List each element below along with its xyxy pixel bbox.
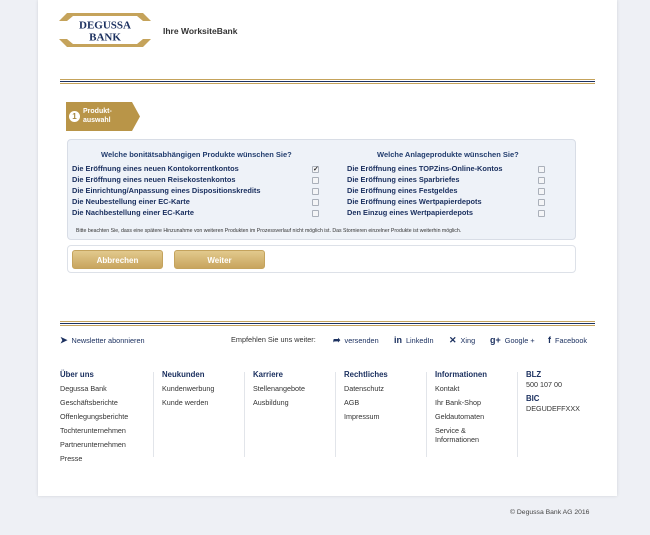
footer-link[interactable]: Degussa Bank: [60, 385, 128, 393]
product-checkbox[interactable]: [538, 177, 545, 184]
page-container: DEGUSSA BANK Ihre WorksiteBank 1 Produkt…: [38, 0, 617, 496]
product-label: Die Neubestellung einer EC-Karte: [72, 197, 190, 206]
xing-icon: ✕: [449, 335, 457, 345]
footer-column-careers: Karriere Stellenangebote Ausbildung: [253, 370, 305, 413]
footer-link[interactable]: AGB: [344, 399, 388, 407]
product-checkbox[interactable]: [538, 188, 545, 195]
footer-link[interactable]: Impressum: [344, 413, 388, 421]
product-row[interactable]: Die Einrichtung/Anpassung eines Disposit…: [72, 186, 319, 197]
investment-products-heading: Welche Anlageprodukte wünschen Sie?: [377, 150, 519, 159]
footer-column-divider: [244, 372, 245, 457]
product-row[interactable]: Die Eröffnung eines neuen Reisekostenkon…: [72, 175, 319, 186]
product-checkbox[interactable]: [312, 177, 319, 184]
footer-column-legal: Rechtliches Datenschutz AGB Impressum: [344, 370, 388, 427]
send-link[interactable]: ➦ versenden: [333, 335, 379, 346]
product-row[interactable]: Die Eröffnung eines neuen Kontokorrentko…: [72, 164, 319, 175]
product-label: Die Eröffnung eines TOPZins-Online-Konto…: [347, 164, 503, 173]
product-label: Die Eröffnung eines Sparbriefes: [347, 175, 460, 184]
footer-link[interactable]: Tochterunternehmen: [60, 427, 128, 435]
logo-text-top: DEGUSSA: [79, 20, 131, 32]
blz-label: BLZ: [526, 370, 542, 379]
share-arrow-icon: ➦: [333, 335, 341, 345]
footer-link[interactable]: Informationen: [435, 436, 487, 444]
product-row[interactable]: Den Einzug eines Wertpapierdepots: [347, 208, 550, 219]
linkedin-icon: in: [394, 335, 402, 345]
footer-link[interactable]: Geldautomaten: [435, 413, 487, 421]
header-divider: [60, 79, 595, 84]
cancel-button[interactable]: Abbrechen: [72, 250, 163, 269]
googleplus-link[interactable]: g+ Google +: [490, 335, 535, 345]
footer-link[interactable]: Ausbildung: [253, 399, 305, 407]
footer-column-heading: Rechtliches: [344, 370, 388, 379]
action-bar: Abbrechen Weiter: [67, 245, 576, 273]
selection-note: Bitte beachten Sie, dass eine spätere Hi…: [76, 228, 462, 234]
footer-column-heading: Karriere: [253, 370, 283, 379]
product-row[interactable]: Die Eröffnung eines Sparbriefes: [347, 175, 550, 186]
newsletter-link[interactable]: ➤ Newsletter abonnieren: [60, 335, 145, 346]
copyright-text: © Degussa Bank AG 2016: [510, 509, 590, 516]
xing-link[interactable]: ✕ Xing: [449, 335, 475, 346]
product-checkbox[interactable]: [312, 210, 319, 217]
product-checkbox[interactable]: [538, 166, 545, 173]
footer-column-divider: [426, 372, 427, 457]
product-checkbox[interactable]: ✓: [312, 166, 319, 173]
blz-value: 500 107 00: [526, 380, 562, 389]
product-checkbox[interactable]: [312, 199, 319, 206]
product-checkbox[interactable]: [538, 210, 545, 217]
product-checkbox[interactable]: [538, 199, 545, 206]
linkedin-link[interactable]: in LinkedIn: [394, 335, 434, 345]
step-number: 1: [69, 111, 80, 122]
degussa-bank-logo[interactable]: DEGUSSA BANK: [59, 13, 151, 47]
product-label: Den Einzug eines Wertpapierdepots: [347, 208, 473, 217]
paper-plane-icon: ➤: [60, 335, 68, 345]
credit-products-heading: Welche bonitätsabhängigen Produkte wünsc…: [101, 150, 292, 159]
product-row[interactable]: Die Eröffnung eines TOPZins-Online-Konto…: [347, 164, 550, 175]
googleplus-icon: g+: [490, 335, 501, 345]
product-label: Die Eröffnung eines Wertpapierdepots: [347, 197, 482, 206]
footer-link[interactable]: Datenschutz: [344, 385, 388, 393]
product-label: Die Eröffnung eines Festgeldes: [347, 186, 458, 195]
product-row[interactable]: Die Eröffnung eines Festgeldes: [347, 186, 550, 197]
footer-link[interactable]: Kunde werden: [162, 399, 214, 407]
footer-link[interactable]: Kontakt: [435, 385, 487, 393]
recommend-label: Empfehlen Sie uns weiter:: [231, 335, 316, 344]
footer-column-heading: Neukunden: [162, 370, 205, 379]
footer-column-heading: Über uns: [60, 370, 94, 379]
next-button[interactable]: Weiter: [174, 250, 265, 269]
footer-link[interactable]: Service &: [435, 427, 487, 435]
product-selection-panel: Welche bonitätsabhängigen Produkte wünsc…: [67, 139, 576, 240]
step-label: Produkt-auswahl: [83, 108, 112, 124]
footer-column-heading: Informationen: [435, 370, 487, 379]
facebook-icon: f: [548, 335, 551, 345]
footer-column-divider: [517, 372, 518, 457]
product-checkbox[interactable]: [312, 188, 319, 195]
footer-divider: [60, 321, 595, 326]
footer-link[interactable]: Partnerunternehmen: [60, 441, 128, 449]
brand-subtitle: Ihre WorksiteBank: [163, 26, 238, 36]
logo-text-bottom: BANK: [89, 32, 121, 44]
product-row[interactable]: Die Neubestellung einer EC-Karte: [72, 197, 319, 208]
footer-column-bank-data: BLZ 500 107 00 BIC DEGUDEFFXXX: [526, 370, 580, 419]
product-label: Die Eröffnung eines neuen Kontokorrentko…: [72, 164, 239, 173]
footer-column-new-customers: Neukunden Kundenwerbung Kunde werden: [162, 370, 214, 413]
product-row[interactable]: Die Eröffnung eines Wertpapierdepots: [347, 197, 550, 208]
product-row[interactable]: Die Nachbestellung einer EC-Karte: [72, 208, 319, 219]
facebook-link[interactable]: f Facebook: [548, 335, 587, 345]
bic-value: DEGUDEFFXXX: [526, 404, 580, 413]
footer-link[interactable]: Geschäftsberichte: [60, 399, 128, 407]
product-label: Die Einrichtung/Anpassung eines Disposit…: [72, 186, 261, 195]
footer-link[interactable]: Presse: [60, 455, 128, 463]
footer-link[interactable]: Offenlegungsberichte: [60, 413, 128, 421]
product-label: Die Eröffnung eines neuen Reisekostenkon…: [72, 175, 236, 184]
footer-column-about: Über uns Degussa Bank Geschäftsberichte …: [60, 370, 128, 469]
bic-label: BIC: [526, 394, 540, 403]
footer-link[interactable]: Kundenwerbung: [162, 385, 214, 393]
step-indicator-product-selection: 1 Produkt-auswahl: [66, 102, 140, 131]
footer-column-divider: [335, 372, 336, 457]
footer-column-divider: [153, 372, 154, 457]
footer-link[interactable]: Stellenangebote: [253, 385, 305, 393]
footer-column-information: Informationen Kontakt Ihr Bank-Shop Geld…: [435, 370, 487, 450]
product-label: Die Nachbestellung einer EC-Karte: [72, 208, 194, 217]
footer-link[interactable]: Ihr Bank-Shop: [435, 399, 487, 407]
